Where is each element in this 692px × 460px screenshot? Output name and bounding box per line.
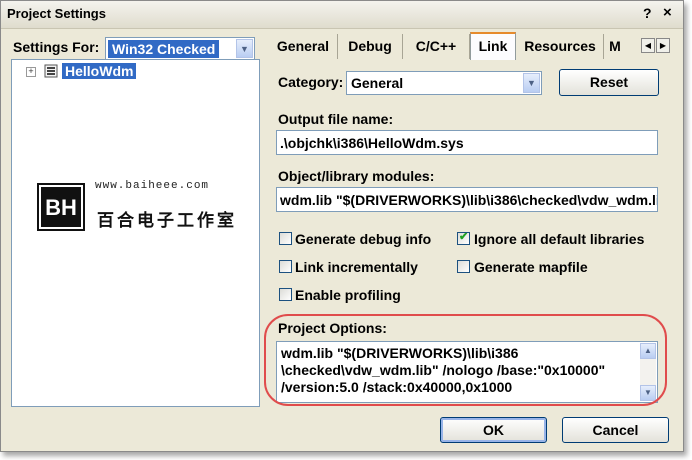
generate-mapfile-checkbox[interactable]	[457, 260, 470, 273]
generate-debug-info-label[interactable]: Generate debug info	[295, 231, 431, 247]
ok-button[interactable]: OK	[440, 417, 547, 443]
baiheee-logo: BH www.baiheee.com 百合电子工作室	[37, 177, 247, 247]
title-bar: Project Settings ? ×	[1, 1, 683, 29]
chevron-down-icon[interactable]: ▼	[523, 73, 540, 93]
logo-url: www.baiheee.com	[95, 180, 210, 192]
enable-profiling-label[interactable]: Enable profiling	[295, 287, 401, 303]
settings-for-label: Settings For:	[13, 39, 100, 55]
generate-debug-info-checkbox[interactable]	[279, 232, 292, 245]
ignore-default-libraries-label[interactable]: Ignore all default libraries	[474, 231, 644, 247]
tab-m[interactable]: M	[604, 34, 626, 59]
output-file-field[interactable]: .\objchk\i386\HelloWdm.sys	[276, 130, 658, 155]
chevron-down-icon[interactable]: ▼	[236, 39, 253, 58]
help-button[interactable]: ?	[643, 5, 652, 21]
output-file-label: Output file name:	[278, 111, 394, 127]
red-highlight-circle	[264, 314, 667, 406]
tab-strip: General Debug C/C++ Link Resources M ◀ ▶	[269, 32, 671, 60]
tab-debug[interactable]: Debug	[338, 34, 403, 59]
close-button[interactable]: ×	[663, 4, 672, 21]
ignore-default-libraries-checkbox[interactable]: ✔	[457, 231, 470, 245]
category-label: Category:	[278, 74, 344, 90]
link-incrementally-checkbox[interactable]	[279, 260, 292, 273]
tab-scroll-left-icon[interactable]: ◀	[641, 38, 655, 53]
logo-chinese-text: 百合电子工作室	[97, 211, 237, 230]
modules-field[interactable]: wdm.lib "$(DRIVERWORKS)\lib\i386\checked…	[276, 187, 658, 212]
category-value: General	[351, 75, 404, 91]
tab-cpp[interactable]: C/C++	[403, 34, 470, 59]
tab-resources[interactable]: Resources	[517, 34, 604, 59]
target-combo[interactable]: Win32 Checked ▼	[105, 37, 255, 60]
window-title: Project Settings	[7, 6, 106, 21]
generate-mapfile-label[interactable]: Generate mapfile	[474, 259, 588, 275]
tab-scroll-right-icon[interactable]: ▶	[656, 38, 670, 53]
modules-label: Object/library modules:	[278, 168, 435, 184]
cancel-button[interactable]: Cancel	[562, 417, 669, 443]
tree-item-hellowdm[interactable]: HelloWdm	[62, 63, 137, 79]
category-combo[interactable]: General ▼	[346, 71, 542, 95]
tab-general[interactable]: General	[269, 34, 338, 59]
tree-expander-plus-icon[interactable]: +	[26, 67, 36, 77]
bh-logo-icon: BH	[37, 183, 85, 231]
project-settings-dialog: Project Settings ? × Settings For: Win32…	[0, 0, 684, 452]
output-file-value: .\objchk\i386\HelloWdm.sys	[280, 135, 464, 151]
modules-value: wdm.lib "$(DRIVERWORKS)\lib\i386\checked…	[280, 192, 658, 208]
tab-link[interactable]: Link	[470, 32, 516, 60]
reset-button[interactable]: Reset	[559, 69, 659, 96]
bh-logo-text: BH	[45, 195, 77, 220]
project-icon	[44, 64, 58, 78]
link-incrementally-label[interactable]: Link incrementally	[295, 259, 418, 275]
enable-profiling-checkbox[interactable]	[279, 288, 292, 301]
check-mark-icon: ✔	[459, 231, 469, 243]
target-combo-value: Win32 Checked	[108, 40, 220, 58]
